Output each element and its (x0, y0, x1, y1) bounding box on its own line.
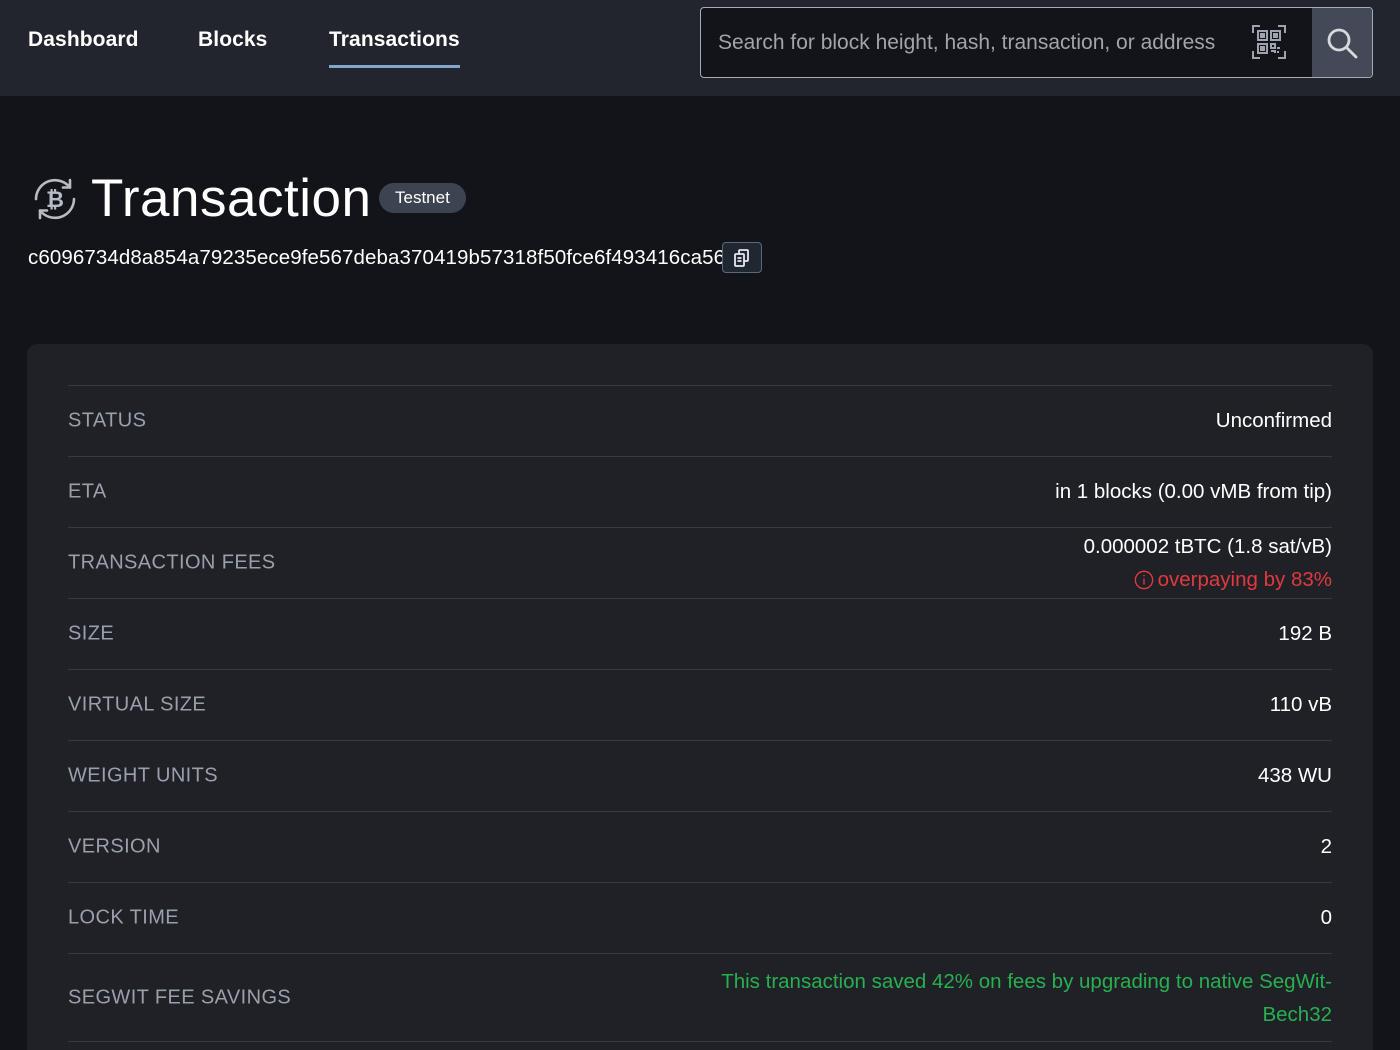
detail-row-version: VERSION 2 (68, 811, 1332, 882)
nav-blocks[interactable]: Blocks (198, 28, 267, 52)
segwit-savings-value: This transaction saved 42% on fees by up… (712, 965, 1332, 1031)
bitcoin-transaction-icon: ₿ (30, 174, 80, 224)
detail-row-lock-time: LOCK TIME 0 (68, 882, 1332, 953)
top-navigation-bar: Dashboard Blocks Transactions (0, 0, 1400, 96)
qr-code-icon[interactable] (1249, 22, 1289, 62)
virtual-size-value: 110 vB (1269, 693, 1332, 716)
detail-row-segwit-savings: SEGWIT FEE SAVINGS This transaction save… (68, 953, 1332, 1042)
detail-row-weight-units: WEIGHT UNITS 438 WU (68, 740, 1332, 811)
size-label: SIZE (68, 622, 115, 645)
detail-row-virtual-size: VIRTUAL SIZE 110 vB (68, 669, 1332, 740)
search-input[interactable] (701, 8, 1249, 77)
weight-units-value: 438 WU (1257, 764, 1332, 787)
detail-row-eta: ETA in 1 blocks (0.00 vMB from tip) (68, 456, 1332, 527)
weight-units-label: WEIGHT UNITS (68, 764, 218, 787)
nav-dashboard[interactable]: Dashboard (28, 28, 139, 52)
size-value: 192 B (1278, 622, 1332, 645)
eta-label: ETA (68, 480, 107, 503)
segwit-savings-line-2: Bech32 (1262, 1002, 1332, 1026)
nav-transactions[interactable]: Transactions (329, 28, 460, 68)
lock-time-label: LOCK TIME (68, 906, 180, 929)
segwit-savings-label: SEGWIT FEE SAVINGS (68, 986, 292, 1008)
fees-label: TRANSACTION FEES (68, 551, 276, 574)
detail-row-status: STATUS Unconfirmed (68, 385, 1332, 456)
page-title: Transaction (91, 169, 372, 228)
copy-button[interactable] (722, 242, 762, 273)
status-label: STATUS (68, 409, 147, 432)
search-box (700, 7, 1373, 78)
fee-warning-text: overpaying by 83% (1157, 568, 1332, 591)
detail-row-fees: TRANSACTION FEES 0.000002 tBTC (1.8 sat/… (68, 527, 1332, 598)
transaction-details-card: STATUS Unconfirmed ETA in 1 blocks (0.00… (27, 344, 1373, 1050)
svg-text:₿: ₿ (46, 188, 64, 213)
details-table: STATUS Unconfirmed ETA in 1 blocks (0.00… (68, 385, 1332, 1042)
copy-icon (734, 248, 749, 267)
search-button[interactable] (1312, 8, 1372, 77)
info-icon (1134, 570, 1153, 589)
eta-value: in 1 blocks (0.00 vMB from tip) (1055, 480, 1332, 503)
status-value: Unconfirmed (1215, 409, 1332, 432)
fees-value: 0.000002 tBTC (1.8 sat/vB) (1083, 535, 1332, 558)
version-label: VERSION (68, 835, 161, 858)
transaction-id: c6096734d8a854a79235ece9fe567deba370419b… (28, 246, 737, 269)
detail-row-size: SIZE 192 B (68, 598, 1332, 669)
fees-value-block: 0.000002 tBTC (1.8 sat/vB) overpaying by… (1084, 530, 1332, 596)
fee-warning: overpaying by 83% (1084, 563, 1332, 596)
segwit-savings-line-1: This transaction saved 42% on fees by up… (721, 969, 1332, 993)
version-value: 2 (1320, 835, 1332, 858)
virtual-size-label: VIRTUAL SIZE (68, 693, 207, 716)
magnifier-icon (1327, 28, 1358, 58)
network-badge: Testnet (379, 183, 466, 213)
lock-time-value: 0 (1320, 906, 1332, 929)
